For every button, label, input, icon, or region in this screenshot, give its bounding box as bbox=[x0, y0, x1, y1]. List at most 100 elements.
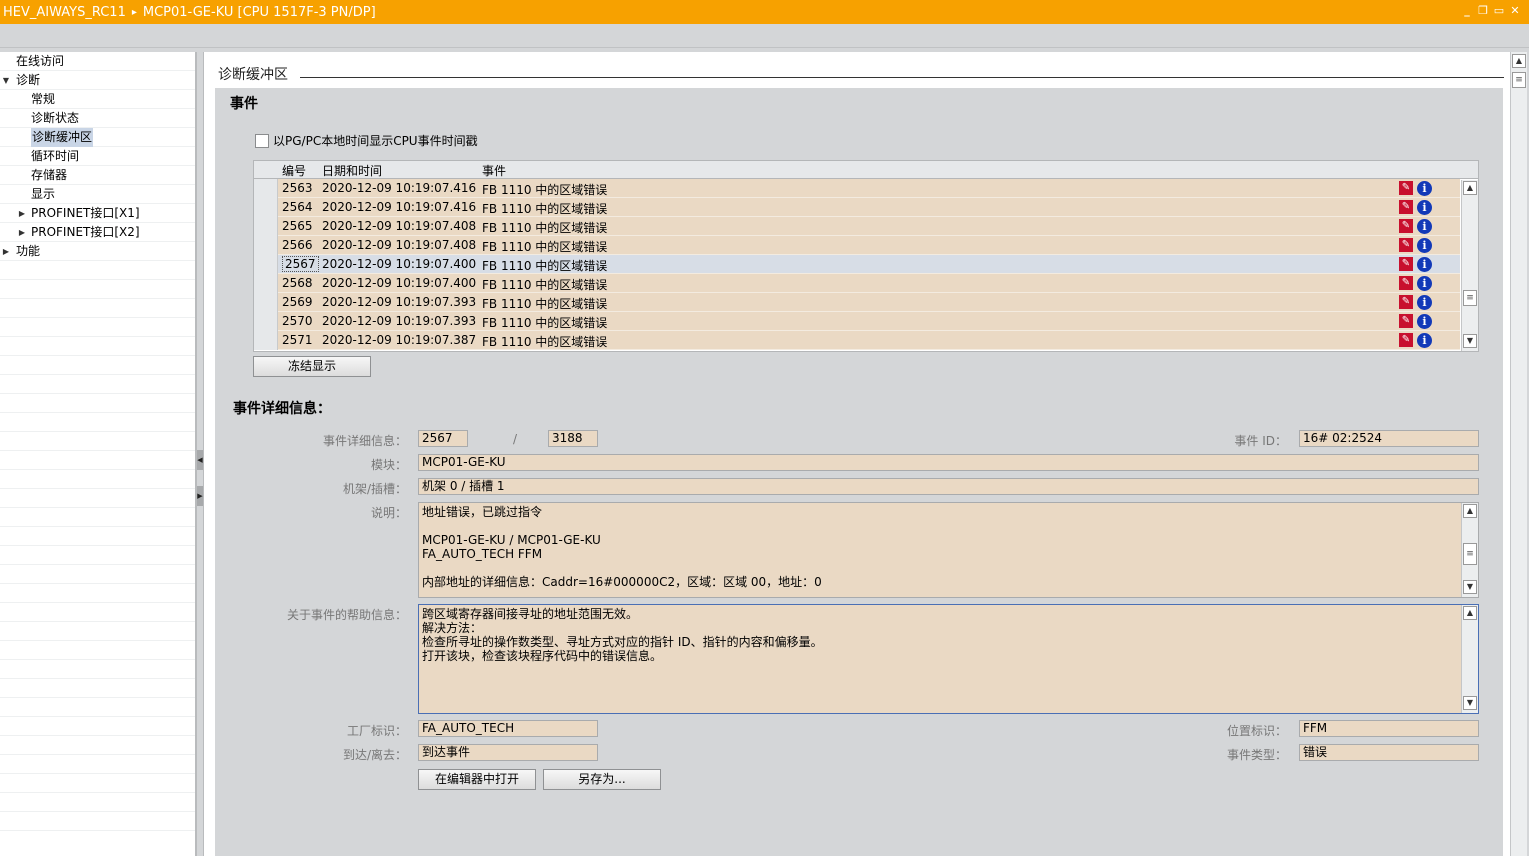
maximize-icon[interactable]: ▭ bbox=[1493, 4, 1505, 17]
minimize-icon[interactable]: _ bbox=[1461, 4, 1473, 17]
tree-item[interactable]: 常规 bbox=[0, 90, 195, 109]
main-scrollbar[interactable]: ▲ ≡ bbox=[1510, 52, 1527, 856]
info-icon[interactable]: i bbox=[1417, 257, 1432, 272]
tree-empty-row bbox=[0, 622, 195, 641]
close-icon[interactable]: ✕ bbox=[1509, 4, 1521, 17]
diagnostics-buffer-panel: 事件 以PG/PC本地时间显示CPU事件时间戳 编号 日期和时间 事件 2563… bbox=[215, 88, 1503, 856]
scroll-up-icon[interactable]: ▲ bbox=[1463, 606, 1477, 620]
tree-empty-row bbox=[0, 375, 195, 394]
event-description: FB 1110 中的区域错误 bbox=[482, 278, 608, 292]
scroll-thumb[interactable]: ≡ bbox=[1463, 543, 1477, 565]
row-header[interactable] bbox=[254, 179, 278, 198]
tree-item[interactable]: 显示 bbox=[0, 185, 195, 204]
row-header[interactable] bbox=[254, 236, 278, 255]
row-header[interactable] bbox=[254, 312, 278, 331]
table-row[interactable]: 2569 2020-12-09 10:19:07.393 FB 1110 中的区域错… bbox=[254, 293, 1460, 312]
tree-item[interactable]: 在线访问 bbox=[0, 52, 195, 71]
tree-item[interactable]: ▶ 功能 bbox=[0, 242, 195, 261]
column-header-datetime[interactable]: 日期和时间 bbox=[322, 162, 382, 179]
collapsed-arrow-icon[interactable]: ▶ bbox=[1, 242, 11, 261]
help-info-label: 关于事件的帮助信息： bbox=[286, 608, 407, 622]
tree-empty-row bbox=[0, 793, 195, 812]
scroll-down-icon[interactable]: ▼ bbox=[1463, 334, 1477, 348]
help-info-textarea[interactable]: 跨区域寄存器间接寻址的地址范围无效。 解决方法： 检查所寻址的操作数类型、寻址方式对… bbox=[418, 604, 1479, 714]
description-lines: 地址错误，已跳过指令 MCP01-GE-KU / MCP01-GE-KU FA_A… bbox=[422, 505, 1456, 589]
info-icon[interactable]: i bbox=[1417, 219, 1432, 234]
description-scrollbar[interactable]: ▲ ≡ ▼ bbox=[1461, 503, 1478, 597]
info-icon[interactable]: i bbox=[1417, 238, 1432, 253]
tree-item[interactable]: 存储器 bbox=[0, 166, 195, 185]
local-time-checkbox[interactable] bbox=[255, 133, 269, 148]
error-wrench-icon: ✎ bbox=[1399, 333, 1413, 347]
scroll-up-icon[interactable]: ▲ bbox=[1463, 181, 1477, 195]
row-header[interactable] bbox=[254, 217, 278, 236]
tree-item[interactable]: ▶ PROFINET接口[X1] bbox=[0, 204, 195, 223]
table-row[interactable]: 2564 2020-12-09 10:19:07.416 FB 1110 中的区域错… bbox=[254, 198, 1460, 217]
panel-splitter[interactable]: ◀ ▶ bbox=[196, 52, 204, 856]
freeze-display-button[interactable]: 冻结显示 bbox=[253, 356, 371, 377]
expand-right-icon[interactable]: ▶ bbox=[197, 486, 203, 506]
plant-id-field: FA_AUTO_TECH bbox=[418, 720, 598, 737]
tree-item[interactable]: 诊断状态 bbox=[0, 109, 195, 128]
row-header[interactable] bbox=[254, 293, 278, 312]
local-time-option[interactable]: 以PG/PC本地时间显示CPU事件时间戳 bbox=[255, 132, 478, 149]
event-details-heading: 事件详细信息： bbox=[233, 401, 331, 417]
tree-empty-row bbox=[0, 508, 195, 527]
table-row[interactable]: 2567 2020-12-09 10:19:07.400 FB 1110 中的区域错… bbox=[254, 255, 1460, 274]
event-number: 2571 bbox=[282, 333, 313, 347]
scroll-up-icon[interactable]: ▲ bbox=[1463, 504, 1477, 518]
tree-empty-row bbox=[0, 527, 195, 546]
help-line: 打开该块，检查该块程序代码中的错误信息。 bbox=[422, 649, 663, 663]
event-datetime: 2020-12-09 10:19:07.416 bbox=[322, 200, 477, 214]
info-icon[interactable]: i bbox=[1417, 200, 1432, 215]
save-as-button[interactable]: 另存为... bbox=[543, 769, 661, 790]
scroll-down-icon[interactable]: ▼ bbox=[1463, 696, 1477, 710]
table-row[interactable]: 2566 2020-12-09 10:19:07.408 FB 1110 中的区域错… bbox=[254, 236, 1460, 255]
help-scrollbar[interactable]: ▲ ▼ bbox=[1461, 605, 1478, 713]
row-header[interactable] bbox=[254, 198, 278, 217]
info-icon[interactable]: i bbox=[1417, 276, 1432, 291]
scroll-thumb[interactable]: ≡ bbox=[1512, 72, 1526, 88]
restore-icon[interactable]: ❐ bbox=[1477, 4, 1489, 17]
collapse-left-icon[interactable]: ◀ bbox=[197, 450, 203, 470]
scroll-up-icon[interactable]: ▲ bbox=[1512, 54, 1526, 68]
tree-empty-row bbox=[0, 261, 195, 280]
event-type-field: 错误 bbox=[1299, 744, 1479, 761]
table-row[interactable]: 2571 2020-12-09 10:19:07.387 FB 1110 中的区域错… bbox=[254, 331, 1460, 350]
scroll-thumb[interactable]: ≡ bbox=[1463, 290, 1477, 306]
row-header[interactable] bbox=[254, 331, 278, 350]
event-detail-number-field: 2567 bbox=[418, 430, 468, 447]
table-row[interactable]: 2570 2020-12-09 10:19:07.393 FB 1110 中的区域错… bbox=[254, 312, 1460, 331]
table-row[interactable]: 2565 2020-12-09 10:19:07.408 FB 1110 中的区域错… bbox=[254, 217, 1460, 236]
info-icon[interactable]: i bbox=[1417, 295, 1432, 310]
table-row[interactable]: 2563 2020-12-09 10:19:07.416 FB 1110 中的区域错… bbox=[254, 179, 1460, 198]
row-header[interactable] bbox=[254, 274, 278, 293]
info-icon[interactable]: i bbox=[1417, 333, 1432, 348]
tree-empty-row bbox=[0, 489, 195, 508]
error-wrench-icon: ✎ bbox=[1399, 181, 1413, 195]
tree-item[interactable]: ▼ 诊断 bbox=[0, 71, 195, 90]
tree-item[interactable]: ▶ PROFINET接口[X2] bbox=[0, 223, 195, 242]
error-wrench-icon: ✎ bbox=[1399, 295, 1413, 309]
table-row[interactable]: 2568 2020-12-09 10:19:07.400 FB 1110 中的区域错… bbox=[254, 274, 1460, 293]
tree-empty-row bbox=[0, 641, 195, 660]
open-in-editor-button[interactable]: 在编辑器中打开 bbox=[418, 769, 536, 790]
collapsed-arrow-icon[interactable]: ▶ bbox=[17, 223, 27, 242]
expanded-arrow-icon[interactable]: ▼ bbox=[1, 71, 11, 90]
tree-empty-row bbox=[0, 356, 195, 375]
info-icon[interactable]: i bbox=[1417, 181, 1432, 196]
row-header[interactable] bbox=[254, 255, 278, 274]
tree-empty-row bbox=[0, 413, 195, 432]
tree-item[interactable]: 循环时间 bbox=[0, 147, 195, 166]
column-header-event[interactable]: 事件 bbox=[482, 162, 506, 179]
tree-item[interactable]: 诊断缓冲区 bbox=[0, 128, 195, 147]
scroll-down-icon[interactable]: ▼ bbox=[1463, 580, 1477, 594]
table-scrollbar[interactable]: ▲ ≡ ▼ bbox=[1461, 180, 1478, 351]
column-header-number[interactable]: 编号 bbox=[282, 162, 306, 179]
event-description: FB 1110 中的区域错误 bbox=[482, 202, 608, 216]
description-line bbox=[422, 561, 1456, 575]
info-icon[interactable]: i bbox=[1417, 314, 1432, 329]
tree-empty-row bbox=[0, 337, 195, 356]
collapsed-arrow-icon[interactable]: ▶ bbox=[17, 204, 27, 223]
description-textarea[interactable]: 地址错误，已跳过指令 MCP01-GE-KU / MCP01-GE-KU FA_A… bbox=[418, 502, 1479, 598]
